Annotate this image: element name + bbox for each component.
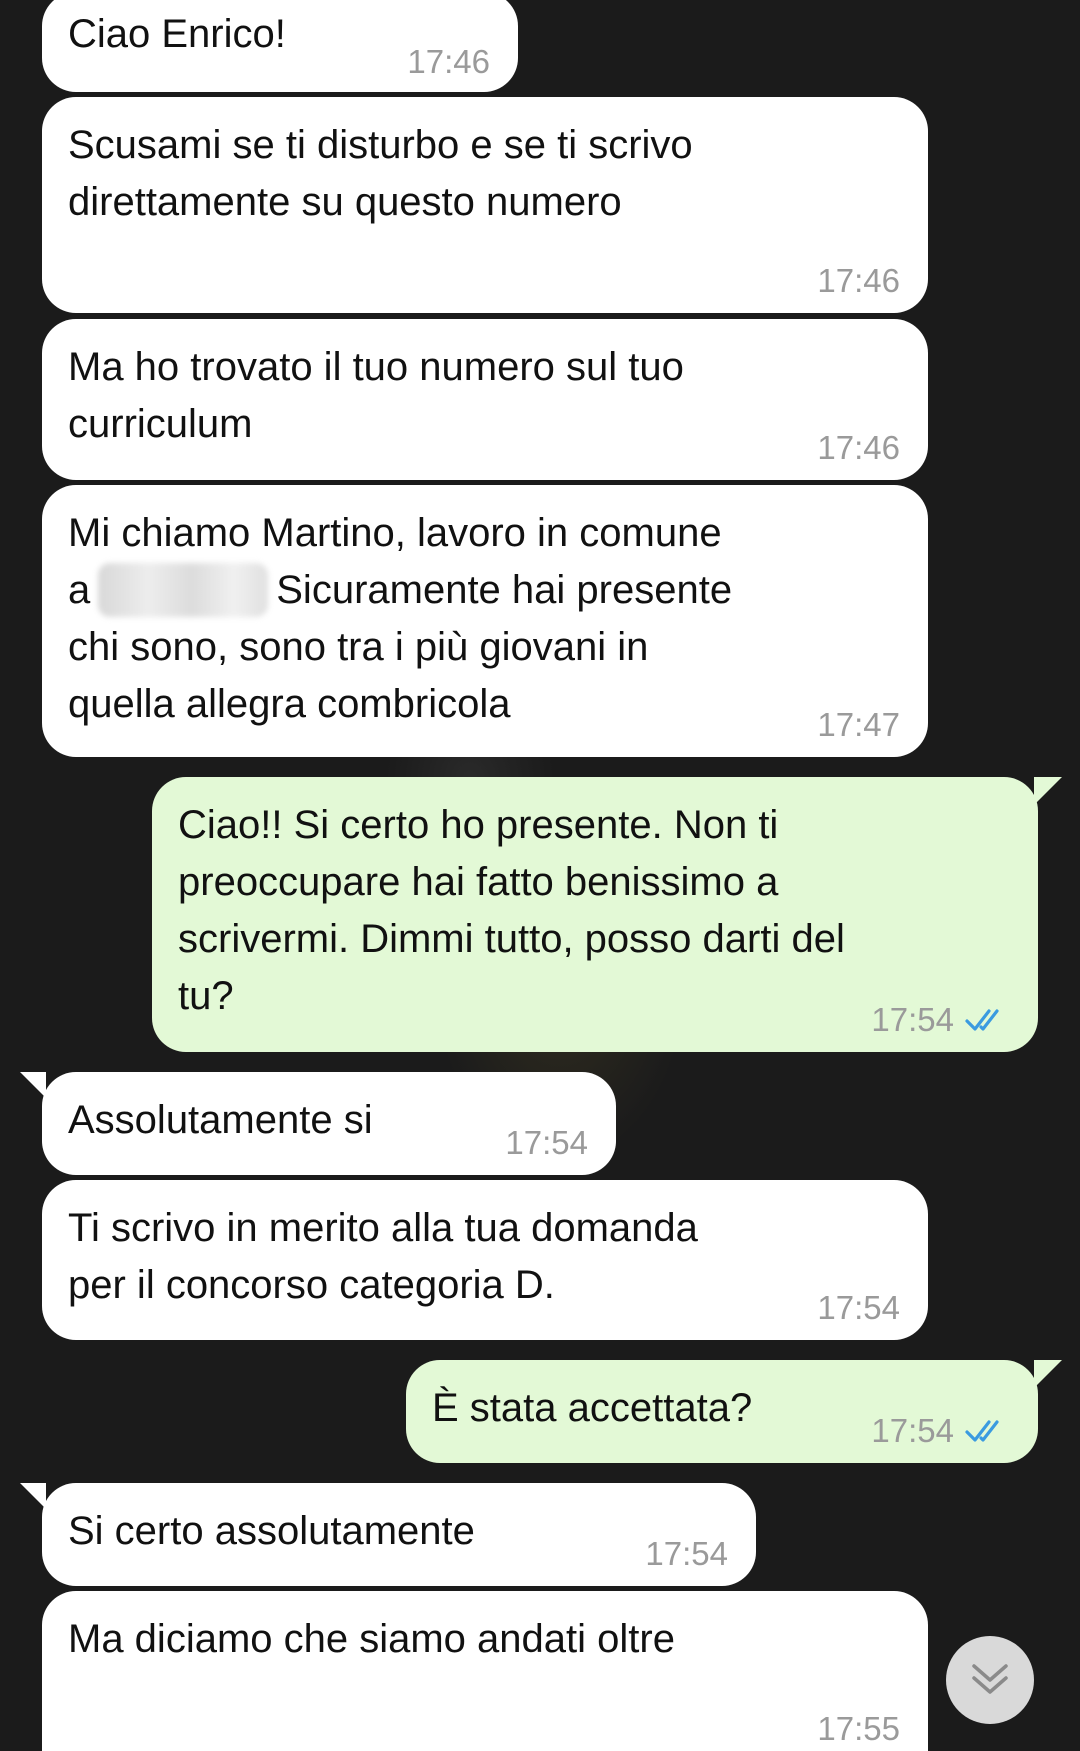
timestamp: 17:46 <box>817 429 900 466</box>
message-time: 17:46 <box>407 44 490 80</box>
message-time: 17:47 <box>817 707 900 743</box>
double-check-icon <box>965 1420 999 1442</box>
message-time: 17:54 <box>645 1536 728 1572</box>
timestamp: 17:55 <box>817 1710 900 1747</box>
message-time: 17:54 <box>505 1125 588 1161</box>
message-bubble-incoming[interactable]: Assolutamente si 17:54 <box>42 1072 616 1175</box>
message-bubble-incoming[interactable]: Scusami se ti disturbo e se ti scrivo di… <box>42 97 928 313</box>
message-time: 17:54 <box>871 1413 1010 1449</box>
timestamp: 17:54 <box>871 1412 954 1449</box>
message-text: Mi chiamo Martino, lavoro in comune a Sic… <box>68 505 900 733</box>
chat-area[interactable]: Ciao Enrico! 17:46 Scusami se ti disturb… <box>0 0 1080 1751</box>
message-text: Scusami se ti disturbo e se ti scrivo di… <box>68 123 693 224</box>
timestamp: 17:46 <box>407 43 490 80</box>
timestamp: 17:54 <box>505 1124 588 1161</box>
message-bubble-incoming[interactable]: Si certo assolutamente 17:54 <box>42 1483 756 1586</box>
double-check-icon <box>965 1009 999 1031</box>
timestamp: 17:54 <box>645 1535 728 1572</box>
message-text: Ciao!! Si certo ho presente. Non ti preo… <box>178 803 845 1018</box>
message-time: 17:55 <box>817 1711 900 1747</box>
message-time: 17:46 <box>817 263 900 299</box>
bubble-tail <box>1034 1360 1062 1388</box>
message-bubble-incoming[interactable]: Ciao Enrico! 17:46 <box>42 0 518 92</box>
scroll-to-bottom-button[interactable] <box>946 1636 1034 1724</box>
timestamp: 17:54 <box>817 1289 900 1326</box>
message-text: Ma ho trovato il tuo numero sul tuo curr… <box>68 345 684 446</box>
chevron-double-down-icon <box>972 1664 1008 1694</box>
message-bubble-incoming[interactable]: Ma diciamo che siamo andati oltre 17:55 <box>42 1591 928 1751</box>
message-bubble-outgoing[interactable]: Ciao!! Si certo ho presente. Non ti preo… <box>152 777 1038 1052</box>
redacted-name-blur <box>98 563 269 617</box>
timestamp: 17:47 <box>817 706 900 743</box>
message-time: 17:46 <box>817 430 900 466</box>
message-bubble-outgoing[interactable]: È stata accettata? 17:54 <box>406 1360 1038 1463</box>
message-text: Ti scrivo in merito alla tua domanda per… <box>68 1206 698 1307</box>
message-time: 17:54 <box>817 1290 900 1326</box>
message-bubble-incoming[interactable]: Ma ho trovato il tuo numero sul tuo curr… <box>42 319 928 480</box>
message-text: Si certo assolutamente <box>68 1509 475 1553</box>
message-text: Ma diciamo che siamo andati oltre <box>68 1617 675 1661</box>
message-time: 17:54 <box>871 1002 1010 1038</box>
message-bubble-incoming[interactable]: Mi chiamo Martino, lavoro in comune a Sic… <box>42 485 928 757</box>
bubble-tail <box>1034 777 1062 805</box>
bubble-tail <box>20 1072 46 1098</box>
bubble-tail <box>20 1483 46 1509</box>
timestamp: 17:54 <box>871 1001 954 1038</box>
message-bubble-incoming[interactable]: Ti scrivo in merito alla tua domanda per… <box>42 1180 928 1340</box>
timestamp: 17:46 <box>817 262 900 299</box>
